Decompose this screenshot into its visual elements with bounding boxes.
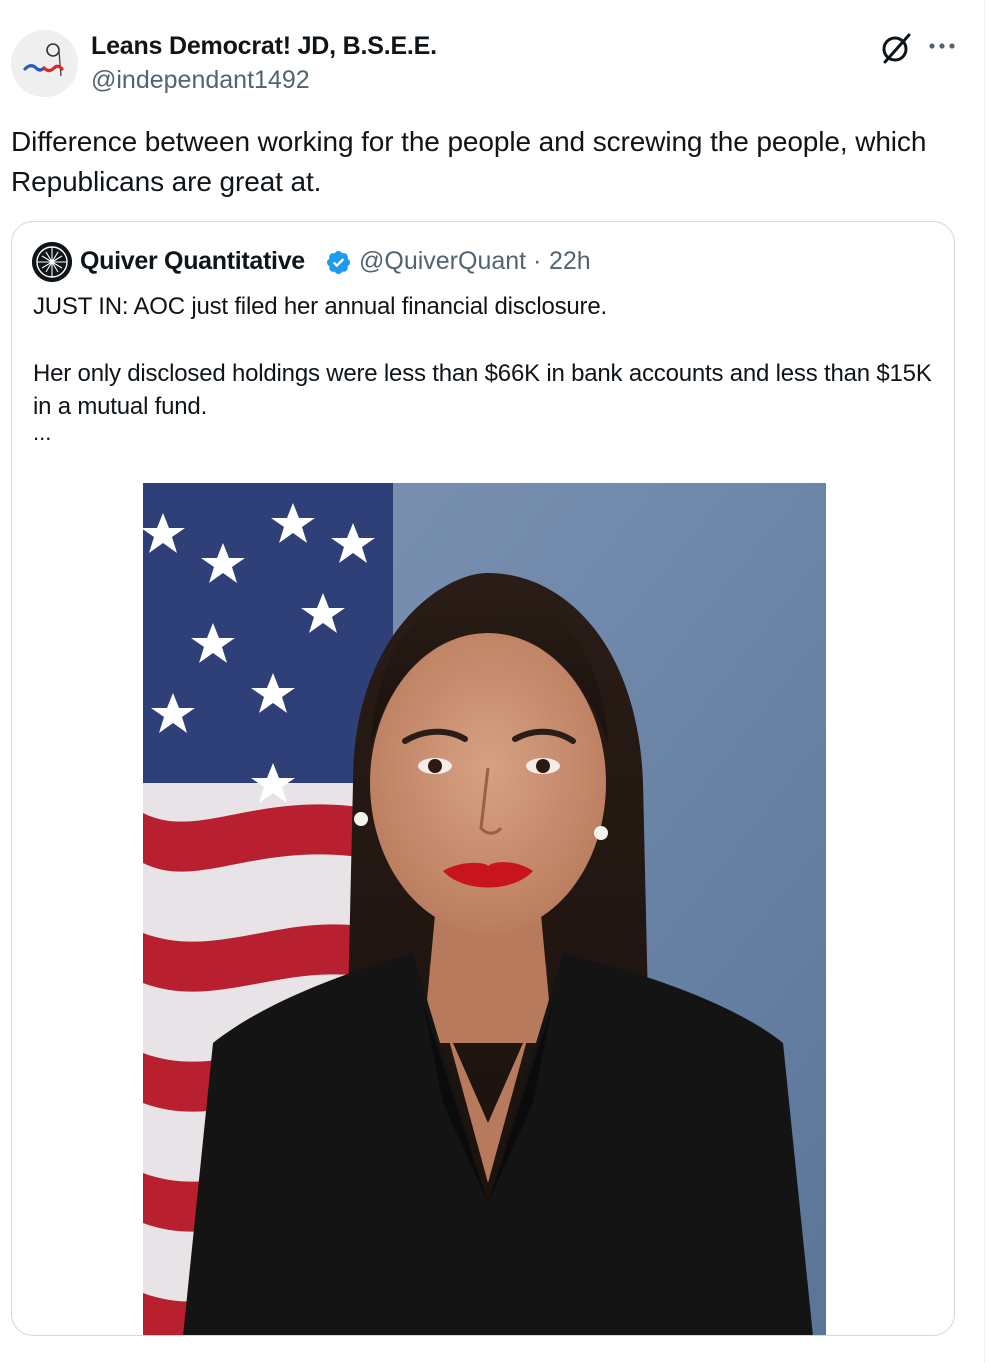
quoted-post-text: JUST IN: AOC just filed her annual finan… bbox=[33, 290, 933, 423]
author-avatar[interactable] bbox=[11, 30, 78, 97]
portrait-photo-illustration bbox=[143, 483, 826, 1335]
tweet: Leans Democrat! JD, B.S.E.E. @independan… bbox=[0, 0, 985, 1363]
quoted-post-time[interactable]: 22h bbox=[549, 247, 591, 276]
grok-slash-circle-icon[interactable] bbox=[878, 30, 914, 66]
quoted-post-line-1: JUST IN: AOC just filed her annual finan… bbox=[33, 293, 607, 320]
post-text: Difference between working for the peopl… bbox=[11, 126, 927, 197]
quoted-post-card[interactable]: Quiver Quantitative @QuiverQuant · 22h J… bbox=[11, 221, 955, 1336]
author-handle[interactable]: @independant1492 bbox=[91, 66, 310, 95]
quoted-post-line-2: Her only disclosed holdings were less th… bbox=[33, 360, 932, 420]
quiver-logo-icon bbox=[32, 242, 72, 282]
quoted-post-photo[interactable] bbox=[143, 483, 826, 1335]
quoted-author-handle[interactable]: @QuiverQuant bbox=[359, 247, 526, 276]
quoted-author-name[interactable]: Quiver Quantitative bbox=[80, 247, 305, 276]
monocle-mustache-icon bbox=[11, 30, 78, 97]
more-dots-icon[interactable] bbox=[928, 34, 956, 58]
quoted-post-ellipsis: ... bbox=[33, 420, 52, 445]
quoted-author-avatar[interactable] bbox=[32, 242, 72, 282]
verified-badge-icon bbox=[325, 249, 352, 276]
dot-separator: · bbox=[533, 247, 542, 275]
author-display-name[interactable]: Leans Democrat! JD, B.S.E.E. bbox=[91, 32, 437, 61]
